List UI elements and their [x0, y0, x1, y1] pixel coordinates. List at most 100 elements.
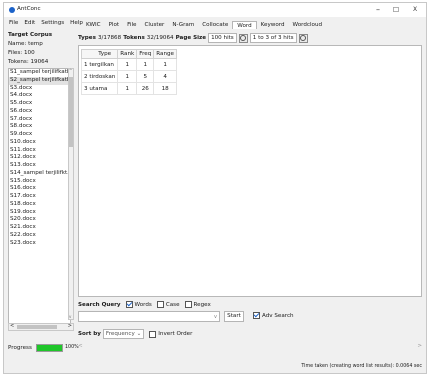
- corpus-panel: Target Corpus Name: temp Files: 100 Toke…: [8, 31, 74, 67]
- maximize-button[interactable]: ☐: [388, 4, 404, 16]
- invert-order-checkbox[interactable]: [149, 330, 157, 338]
- close-button[interactable]: X: [407, 4, 423, 16]
- file-item[interactable]: S1_sampel terjilifkatbdo: [9, 69, 70, 77]
- file-item[interactable]: S11.docx: [9, 147, 70, 155]
- corpus-files-row: Files: 100: [8, 49, 74, 58]
- file-item[interactable]: S20.docx: [9, 216, 70, 224]
- results-scroll-right-icon[interactable]: >: [417, 343, 422, 349]
- row-type: utama: [89, 85, 108, 92]
- table-row[interactable]: 2 tirdoskan 1 5 4: [80, 70, 177, 83]
- sort-by-select[interactable]: Frequency ⌄: [102, 329, 145, 339]
- menu-file[interactable]: File: [9, 18, 18, 28]
- table-header-row: Type Rank Freq Range: [80, 49, 177, 59]
- file-item[interactable]: S9.docx: [9, 131, 70, 139]
- adv-search-checkbox[interactable]: [253, 312, 260, 319]
- case-checkbox[interactable]: [156, 301, 164, 308]
- results-panel[interactable]: Type Rank Freq Range 1 tergilkan 1 1 1 2…: [78, 45, 422, 297]
- file-item[interactable]: S7.docx: [9, 116, 70, 124]
- file-item[interactable]: S14_sampel terjilifkt.do: [9, 170, 70, 178]
- file-item[interactable]: S22.docx: [9, 232, 70, 240]
- file-item[interactable]: S2_sampel terjilifkatbdo: [9, 76, 70, 85]
- types-value: 3/17868: [97, 35, 122, 41]
- row-freq: 1: [136, 58, 155, 71]
- row-rank: 1: [117, 70, 138, 83]
- corpus-tokens-row: Tokens: 19064: [8, 58, 74, 67]
- tab-word[interactable]: Word: [232, 21, 257, 29]
- column-header-range[interactable]: Range: [153, 49, 177, 59]
- tab-collocate[interactable]: Collocate: [198, 21, 232, 29]
- column-header-type[interactable]: Type: [80, 49, 119, 59]
- sort-options: Sort by Frequency ⌄ Invert Order: [78, 329, 192, 339]
- corpus-tokens-label: Tokens:: [8, 59, 29, 65]
- menu-settings[interactable]: Settings: [41, 18, 64, 28]
- page-size-select[interactable]: 100 hits: [208, 33, 237, 43]
- tab-plot[interactable]: Plot: [105, 21, 124, 29]
- scroll-down-icon[interactable]: v: [69, 314, 71, 319]
- file-list-horizontal-scrollbar[interactable]: < >: [8, 323, 74, 331]
- row-type: tergilkan: [89, 61, 114, 68]
- adv-search-label[interactable]: Adv Search: [262, 313, 294, 319]
- status-text: Time taken (creating word list results):…: [301, 364, 422, 369]
- column-header-rank[interactable]: Rank: [117, 49, 138, 59]
- file-item[interactable]: S3.docx: [9, 85, 70, 93]
- menu-edit[interactable]: Edit: [24, 18, 35, 28]
- page-next-button[interactable]: [298, 33, 308, 43]
- file-item[interactable]: S10.docx: [9, 139, 70, 147]
- table-row[interactable]: 3 utama 1 26 18: [80, 82, 177, 95]
- tab-n-gram[interactable]: N-Gram: [168, 21, 198, 29]
- scroll-right-icon[interactable]: >: [68, 323, 72, 329]
- column-header-freq[interactable]: Freq: [136, 49, 155, 59]
- words-checkbox[interactable]: [125, 301, 133, 308]
- file-item[interactable]: S13.docx: [9, 162, 70, 170]
- file-item[interactable]: S16.docx: [9, 185, 70, 193]
- corpus-name-label: Name:: [8, 41, 27, 47]
- window-title: AntConc: [17, 6, 41, 12]
- file-item[interactable]: S18.docx: [9, 201, 70, 209]
- file-item[interactable]: S6.docx: [9, 108, 70, 116]
- file-list-scroll-thumb[interactable]: [69, 77, 73, 147]
- regex-checkbox[interactable]: [184, 301, 192, 308]
- scroll-up-icon[interactable]: ^: [69, 68, 72, 73]
- page-prev-button[interactable]: [238, 33, 248, 43]
- results-horizontal-scrollbar[interactable]: < >: [78, 343, 422, 351]
- types-label: Types: [78, 35, 96, 41]
- corpus-file-list[interactable]: S1_sampel terjilifkatbdo S2_sampel terji…: [8, 68, 71, 330]
- menu-bar: File Edit Settings Help: [4, 18, 83, 28]
- progress-row: Progress 100%: [8, 343, 79, 353]
- results-toolbar: Types 3/17868 Tokens 32/19064 Page Size …: [78, 33, 308, 43]
- search-history-dropdown-icon[interactable]: v: [214, 314, 217, 320]
- scroll-left-icon[interactable]: <: [10, 323, 14, 329]
- file-item[interactable]: S15.docx: [9, 178, 70, 186]
- row-range: 18: [153, 82, 177, 95]
- case-label: Case: [165, 301, 180, 308]
- file-list-vertical-scrollbar[interactable]: ^ v: [68, 68, 74, 320]
- tokens-value: 32/19064: [146, 35, 174, 41]
- corpus-files-label: Files:: [8, 50, 23, 56]
- file-item[interactable]: S21.docx: [9, 224, 70, 232]
- file-item[interactable]: S12.docx: [9, 154, 70, 162]
- progress-bar: [36, 344, 63, 352]
- row-type: tirdoskan: [89, 73, 116, 80]
- tab-kwic[interactable]: KWIC: [82, 21, 105, 29]
- file-item[interactable]: S8.docx: [9, 123, 70, 131]
- file-item[interactable]: S17.docx: [9, 193, 70, 201]
- file-item[interactable]: S5.docx: [9, 100, 70, 108]
- tab-wordcloud[interactable]: Wordcloud: [289, 21, 327, 29]
- start-button[interactable]: Start: [224, 311, 244, 322]
- tab-cluster[interactable]: Cluster: [140, 21, 168, 29]
- file-list-hscroll-thumb[interactable]: [17, 325, 57, 329]
- search-input[interactable]: v: [78, 311, 220, 322]
- results-scroll-left-icon[interactable]: <: [78, 343, 83, 349]
- tool-tabs: KWIC Plot File Cluster N-Gram Collocate …: [82, 21, 326, 29]
- row-type-cell: 3 utama: [80, 82, 119, 95]
- row-range: 4: [153, 70, 177, 83]
- table-row[interactable]: 1 tergilkan 1 1 1: [80, 58, 177, 71]
- file-item[interactable]: S19.docx: [9, 209, 70, 217]
- file-item[interactable]: S4.docx: [9, 92, 70, 100]
- tab-keyword[interactable]: Keyword: [257, 21, 289, 29]
- regex-label: Regex: [193, 301, 211, 308]
- tokens-label: Tokens: [123, 35, 145, 41]
- file-item[interactable]: S23.docx: [9, 240, 70, 248]
- minimize-button[interactable]: –: [370, 4, 386, 16]
- tab-file[interactable]: File: [123, 21, 140, 29]
